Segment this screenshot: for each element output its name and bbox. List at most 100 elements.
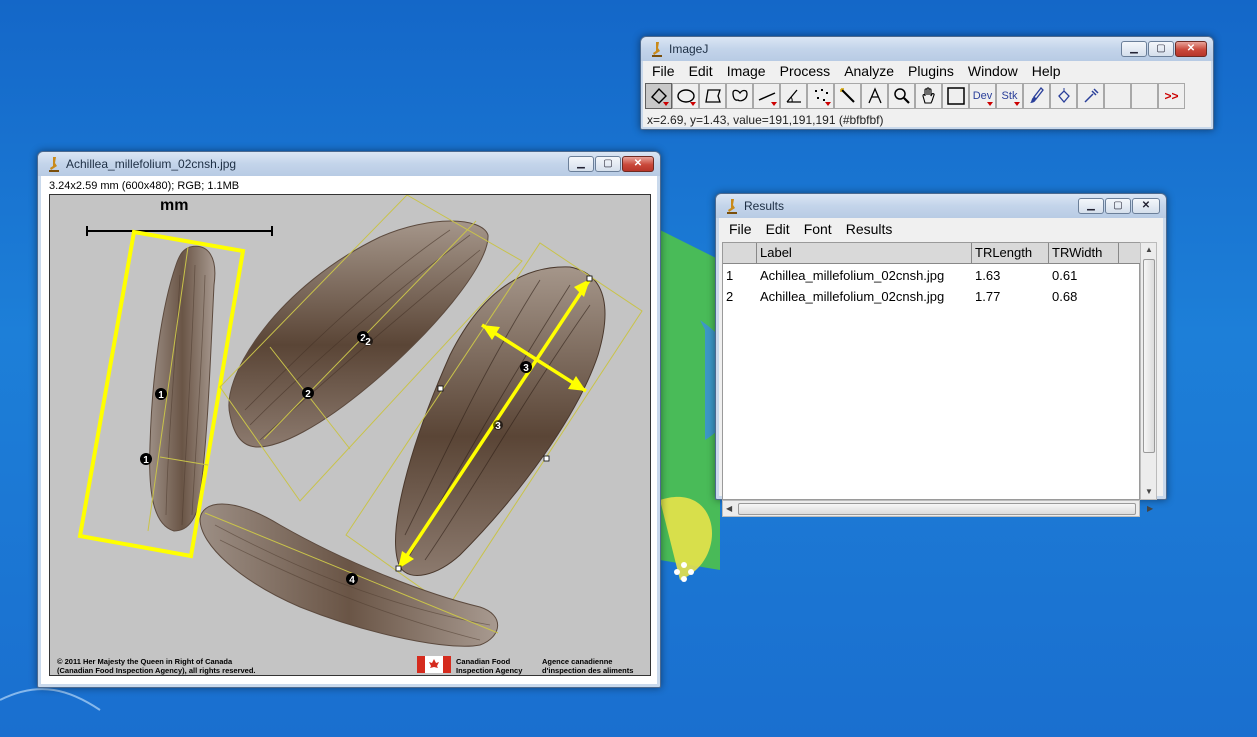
pipette-tool[interactable] <box>1077 83 1104 109</box>
menu-window[interactable]: Window <box>968 61 1018 82</box>
table-row[interactable]: 1 Achillea_millefolium_02cnsh.jpg 1.63 0… <box>723 265 1141 286</box>
maximize-button[interactable]: ▢ <box>595 156 621 172</box>
roi-label: 1 <box>143 455 149 466</box>
minimize-button[interactable]: ▁ <box>1121 41 1147 57</box>
microscope-icon <box>652 42 662 57</box>
row-index: 1 <box>726 268 734 283</box>
roi-handle[interactable] <box>395 565 402 572</box>
menu-file[interactable]: File <box>652 61 675 82</box>
color-picker-tool[interactable] <box>942 83 969 109</box>
horizontal-scroll-thumb[interactable] <box>738 503 1136 515</box>
line-tool[interactable] <box>753 83 780 109</box>
roi-handle[interactable] <box>586 275 593 282</box>
row-index: 2 <box>726 289 734 304</box>
scroll-down-arrow-icon[interactable]: ▼ <box>1145 487 1153 496</box>
microscope-icon <box>49 157 59 172</box>
column-header-index[interactable] <box>723 243 757 263</box>
copyright-line-1: © 2011 Her Majesty the Queen in Right of… <box>57 657 233 666</box>
image-window-titlebar[interactable]: Achillea_millefolium_02cnsh.jpg ▁ ▢ ✕ <box>38 152 660 176</box>
flood-fill-tool-icon <box>1057 88 1070 104</box>
hand-tool[interactable] <box>915 83 942 109</box>
more-tools-button[interactable]: >> <box>1158 83 1185 109</box>
close-button[interactable]: ✕ <box>1175 41 1207 57</box>
roi-label: 1 <box>158 390 164 401</box>
angle-tool[interactable] <box>780 83 807 109</box>
vertical-scrollbar[interactable]: ▲ ▼ <box>1140 242 1157 500</box>
row-trwidth: 0.68 <box>1052 289 1078 304</box>
results-menubar: File Edit Font Results <box>719 221 906 237</box>
empty-tool-slot-2 <box>1131 83 1158 109</box>
column-header-label[interactable]: Label <box>757 243 972 263</box>
dev-tool-label: Dev <box>972 90 993 102</box>
brush-tool[interactable] <box>1023 83 1050 109</box>
flood-fill-tool[interactable] <box>1050 83 1077 109</box>
image-content: 1 1 2 2 2 3 3 4 <box>77 195 643 673</box>
menu-analyze[interactable]: Analyze <box>844 61 894 82</box>
agency-fr-line-1: Agence canadienne <box>542 657 613 666</box>
scale-bar-label: mm <box>160 197 189 214</box>
minimize-button[interactable]: ▁ <box>568 156 594 172</box>
horizontal-scrollbar[interactable]: ◀ <box>722 500 1140 517</box>
dev-tool[interactable]: Dev <box>969 83 996 109</box>
menu-image[interactable]: Image <box>727 61 766 82</box>
scroll-right-arrow-icon[interactable]: ▶ <box>1147 504 1153 513</box>
results-table-header: Label TRLength TRWidth <box>723 243 1141 264</box>
table-row[interactable]: 2 Achillea_millefolium_02cnsh.jpg 1.77 0… <box>723 286 1141 307</box>
tool-dropdown-indicator <box>690 102 696 106</box>
results-menu-results[interactable]: Results <box>846 221 893 237</box>
text-tool-icon <box>867 87 882 104</box>
oval-tool[interactable] <box>672 83 699 109</box>
scroll-up-arrow-icon[interactable]: ▲ <box>1145 245 1153 254</box>
results-menu-file[interactable]: File <box>729 221 752 237</box>
freehand-tool-icon <box>731 89 748 102</box>
roi-handle[interactable] <box>543 455 550 462</box>
results-window: Results ▁ ▢ ✕ File Edit Font Results Lab… <box>715 193 1167 517</box>
rotated-rectangle-tool[interactable] <box>645 83 672 109</box>
imagej-toolbar: Dev Stk >> <box>645 83 1185 109</box>
image-info: 3.24x2.59 mm (600x480); RGB; 1.1MB <box>49 180 240 192</box>
roi-label: 3 <box>495 421 501 432</box>
roi-label: 4 <box>349 575 355 586</box>
image-window-client: 3.24x2.59 mm (600x480); RGB; 1.1MB 1 1 2… <box>41 176 657 684</box>
image-canvas[interactable]: 1 1 2 2 2 3 3 4 mm © 2011 Her Majesty th… <box>49 194 651 676</box>
results-menu-edit[interactable]: Edit <box>766 221 790 237</box>
menu-help[interactable]: Help <box>1032 61 1061 82</box>
polygon-tool[interactable] <box>699 83 726 109</box>
polygon-tool-icon <box>704 89 721 103</box>
close-button[interactable]: ✕ <box>1132 198 1160 214</box>
status-bar: x=2.69, y=1.43, value=191,191,191 (#bfbf… <box>647 113 884 127</box>
menu-edit[interactable]: Edit <box>689 61 713 82</box>
roi-label: 2 <box>305 389 311 400</box>
menu-plugins[interactable]: Plugins <box>908 61 954 82</box>
maximize-button[interactable]: ▢ <box>1105 198 1131 214</box>
multipoint-tool[interactable] <box>807 83 834 109</box>
row-label: Achillea_millefolium_02cnsh.jpg <box>760 268 945 283</box>
wand-tool[interactable] <box>834 83 861 109</box>
close-button[interactable]: ✕ <box>622 156 654 172</box>
stk-tool[interactable]: Stk <box>996 83 1023 109</box>
column-header-trlength[interactable]: TRLength <box>972 243 1049 263</box>
imagej-client: File Edit Image Process Analyze Plugins … <box>643 61 1211 127</box>
menu-process[interactable]: Process <box>780 61 831 82</box>
imagej-title: ImageJ <box>669 42 709 56</box>
results-titlebar[interactable]: Results ▁ ▢ ✕ <box>716 194 1166 218</box>
copyright-line-2: (Canadian Food Inspection Agency), all r… <box>57 666 256 675</box>
pipette-tool-icon <box>1083 88 1099 103</box>
row-label: Achillea_millefolium_02cnsh.jpg <box>760 289 945 304</box>
minimize-button[interactable]: ▁ <box>1078 198 1104 214</box>
text-tool[interactable] <box>861 83 888 109</box>
vertical-scroll-thumb[interactable] <box>1143 259 1155 453</box>
tool-dropdown-indicator <box>987 102 993 106</box>
tool-dropdown-indicator <box>1014 102 1020 106</box>
results-table[interactable]: Label TRLength TRWidth 1 Achillea_millef… <box>722 242 1141 500</box>
maximize-button[interactable]: ▢ <box>1148 41 1174 57</box>
magnifier-tool[interactable] <box>888 83 915 109</box>
imagej-titlebar[interactable]: ImageJ ▁ ▢ ✕ <box>641 37 1213 61</box>
roi-handle[interactable] <box>437 385 444 392</box>
column-header-trwidth[interactable]: TRWidth <box>1049 243 1119 263</box>
results-menu-font[interactable]: Font <box>804 221 832 237</box>
freehand-tool[interactable] <box>726 83 753 109</box>
magnifier-tool-icon <box>893 88 910 104</box>
scroll-left-arrow-icon[interactable]: ◀ <box>726 504 732 513</box>
hand-tool-icon <box>921 87 935 104</box>
